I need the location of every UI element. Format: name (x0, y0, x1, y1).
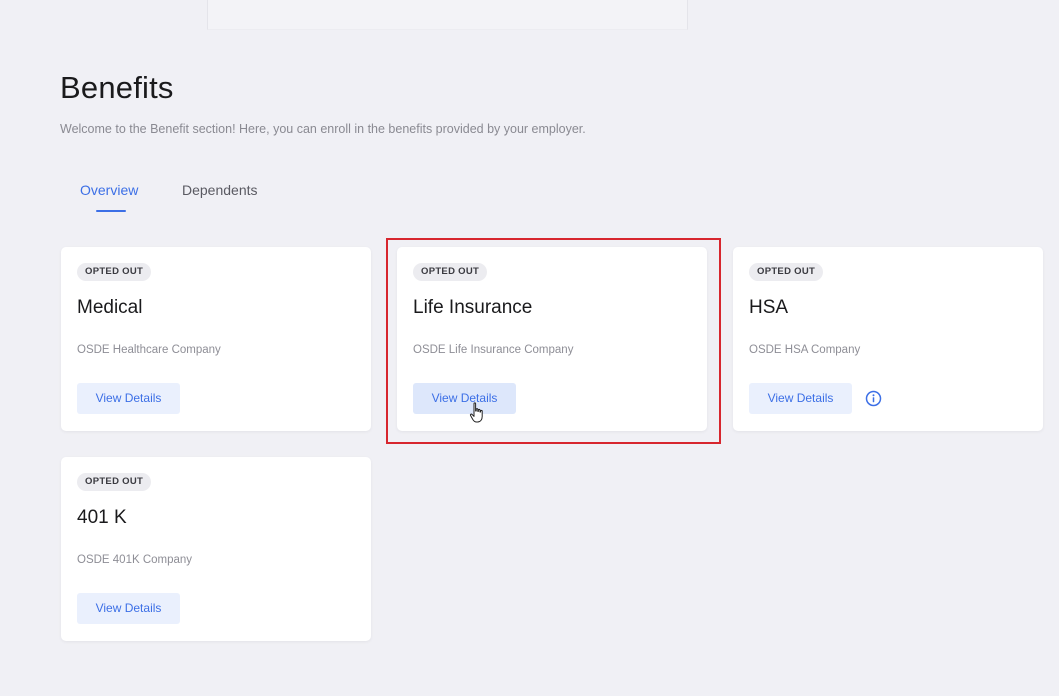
tab-overview[interactable]: Overview (80, 178, 138, 208)
page-subtitle: Welcome to the Benefit section! Here, yo… (60, 122, 586, 136)
card-company: OSDE HSA Company (749, 344, 861, 356)
status-badge: OPTED OUT (413, 263, 488, 281)
view-details-button-hsa[interactable]: View Details (749, 383, 852, 414)
hand-cursor-icon (469, 402, 487, 424)
benefit-card-401k: OPTED OUT 401 K OSDE 401K Company View D… (61, 457, 371, 641)
tab-dependents[interactable]: Dependents (182, 178, 258, 208)
status-badge: OPTED OUT (77, 263, 152, 281)
view-details-button-life-insurance[interactable]: View Details (413, 383, 516, 414)
info-icon[interactable] (865, 390, 882, 407)
card-title: Life Insurance (413, 297, 533, 318)
card-company: OSDE Healthcare Company (77, 344, 221, 356)
status-badge: OPTED OUT (77, 473, 152, 491)
benefits-page: Benefits Welcome to the Benefit section!… (0, 0, 1059, 696)
benefit-card-hsa: OPTED OUT HSA OSDE HSA Company View Deta… (733, 247, 1043, 431)
view-details-button-401k[interactable]: View Details (77, 593, 180, 624)
top-panel-strip (207, 0, 688, 30)
card-title: Medical (77, 297, 143, 318)
benefit-card-medical: OPTED OUT Medical OSDE Healthcare Compan… (61, 247, 371, 431)
card-title: 401 K (77, 507, 127, 528)
card-company: OSDE Life Insurance Company (413, 344, 574, 356)
benefit-card-life-insurance: OPTED OUT Life Insurance OSDE Life Insur… (397, 247, 707, 431)
view-details-button-medical[interactable]: View Details (77, 383, 180, 414)
card-title: HSA (749, 297, 789, 318)
page-title: Benefits (60, 70, 174, 105)
card-company: OSDE 401K Company (77, 554, 193, 566)
active-tab-indicator (96, 210, 126, 212)
status-badge: OPTED OUT (749, 263, 824, 281)
